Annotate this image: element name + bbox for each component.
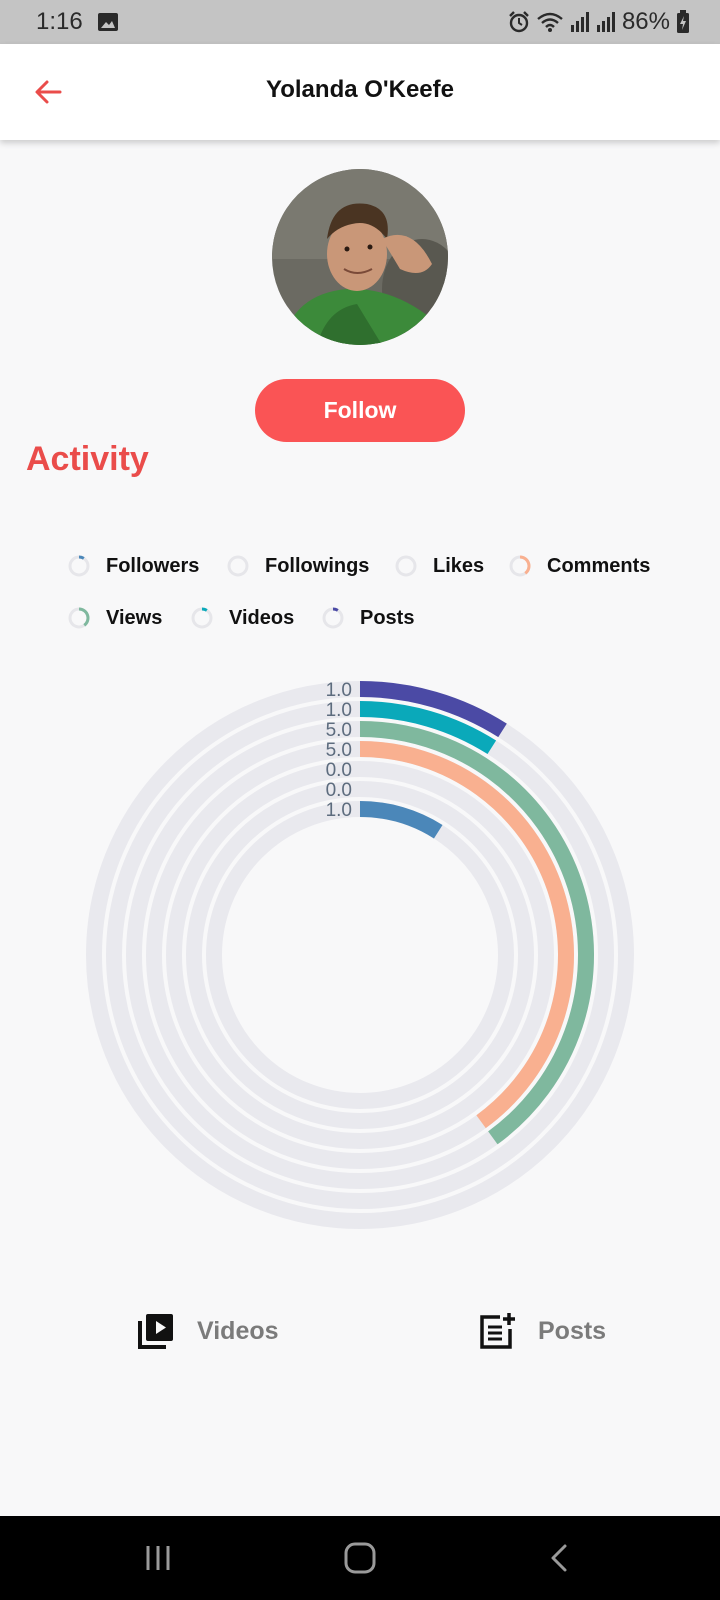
page-title: Yolanda O'Keefe <box>266 76 454 103</box>
legend-label: Followers <box>106 554 200 577</box>
status-bar: 1:16 86% <box>0 0 720 44</box>
legend-label: Views <box>106 606 163 629</box>
legend-item-followers[interactable]: Followers <box>66 551 199 581</box>
tab-videos-label: Videos <box>197 1316 279 1345</box>
gallery-icon <box>98 13 118 31</box>
chart-track-followers <box>206 801 514 1109</box>
activity-title: Activity <box>26 440 149 478</box>
legend-item-posts[interactable]: Posts <box>320 603 414 633</box>
legend-ring-icon <box>227 555 249 577</box>
legend-item-likes[interactable]: Likes <box>393 551 484 581</box>
legend-ring-icon <box>191 607 213 629</box>
legend-ring-icon <box>68 555 90 577</box>
chart-value-label-followings: 0.0 <box>326 780 352 801</box>
legend-ring-arc <box>332 607 339 612</box>
tab-posts[interactable]: Posts <box>478 1306 606 1356</box>
legend-item-views[interactable]: Views <box>66 603 162 633</box>
legend-ring-icon <box>68 607 90 629</box>
chart-value-label-comments: 5.0 <box>326 740 352 761</box>
chart-value-label-videos: 1.0 <box>326 700 352 721</box>
signal-icon <box>596 12 615 32</box>
legend-label: Posts <box>360 606 415 629</box>
home-button[interactable] <box>330 1534 390 1582</box>
battery-charging-icon <box>677 10 689 33</box>
legend-label: Videos <box>229 606 295 629</box>
battery-percent: 86% <box>621 8 670 35</box>
legend-ring-icon <box>509 555 531 577</box>
signal-icon <box>570 12 589 32</box>
recents-icon <box>146 1546 170 1570</box>
status-time: 1:16 <box>36 8 83 35</box>
wifi-icon <box>537 12 563 32</box>
chart-value-label-posts: 1.0 <box>326 680 352 701</box>
chart-track-likes <box>166 761 554 1149</box>
app-bar: Yolanda O'Keefe <box>0 44 720 140</box>
avatar-photo <box>272 169 448 345</box>
tab-posts-label: Posts <box>538 1316 607 1345</box>
back-icon <box>551 1544 567 1572</box>
post-add-icon <box>480 1313 515 1349</box>
recents-button[interactable] <box>128 1534 188 1582</box>
chart-value-label-likes: 0.0 <box>326 760 352 781</box>
video-library-icon <box>138 1314 173 1349</box>
legend-label: Likes <box>433 554 485 577</box>
alarm-icon <box>509 11 529 33</box>
legend-item-comments[interactable]: Comments <box>507 551 650 581</box>
home-icon <box>344 1542 376 1574</box>
legend-ring-arc <box>78 555 85 560</box>
legend-item-videos[interactable]: Videos <box>189 603 294 633</box>
chart-track-followings <box>186 781 534 1129</box>
nav-back-button[interactable] <box>530 1534 590 1582</box>
follow-button[interactable]: Follow <box>255 379 465 442</box>
system-nav-bar <box>0 1516 720 1600</box>
chart-value-label-followers: 1.0 <box>326 800 352 821</box>
legend-ring-arc <box>201 607 208 612</box>
tab-videos[interactable]: Videos <box>137 1306 279 1356</box>
chart-bar-followers <box>359 801 443 839</box>
legend-ring-icon <box>322 607 344 629</box>
legend-label: Comments <box>547 554 651 577</box>
avatar[interactable] <box>272 169 448 345</box>
chart-value-label-views: 5.0 <box>326 720 352 741</box>
legend-label: Followings <box>265 554 370 577</box>
legend-ring-arc <box>78 607 90 627</box>
legend-ring-arc <box>519 555 531 575</box>
legend-ring-icon <box>395 555 417 577</box>
legend-item-followings[interactable]: Followings <box>225 551 369 581</box>
status-icons: 86% <box>508 8 690 36</box>
activity-radial-chart: 1.01.05.05.00.00.01.0 <box>86 680 634 1229</box>
